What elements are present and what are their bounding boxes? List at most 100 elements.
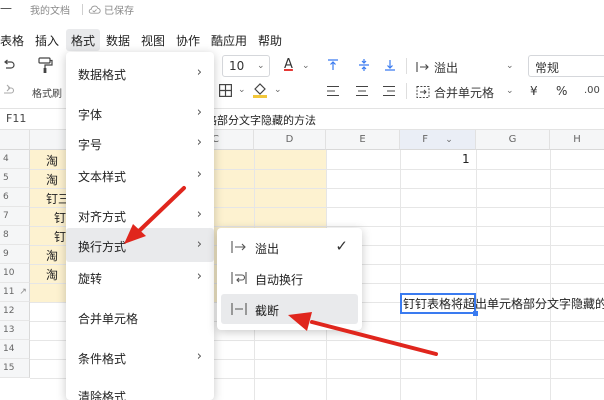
expand-row-icon[interactable]: ↗ — [19, 287, 27, 297]
row-header[interactable]: 8 — [0, 226, 30, 245]
cell-a4[interactable]: 淘 — [46, 152, 58, 169]
column-header-d[interactable]: D — [254, 130, 326, 150]
chevron-right-icon: › — [196, 135, 202, 150]
column-header-f[interactable]: F ⌄ — [400, 130, 476, 150]
menu-item-label: 文本样式 — [78, 170, 127, 184]
document-location[interactable]: 我的文档 — [30, 2, 70, 17]
overflow-icon — [231, 241, 246, 253]
cell-f4[interactable]: 1 — [462, 152, 470, 166]
menu-item-data-format[interactable]: 数据格式 › — [66, 56, 214, 90]
wrap-mode-select[interactable]: 溢出 ⌄ — [414, 56, 522, 78]
select-all-corner[interactable] — [0, 130, 30, 150]
align-left-icon[interactable] — [326, 84, 340, 98]
row-header[interactable]: 14 — [0, 340, 30, 359]
border-button[interactable]: ⌄ — [218, 82, 252, 100]
formula-input[interactable]: 格部分文字隐藏的方法 — [206, 112, 316, 128]
menu-item-font-size[interactable]: 字号 › — [66, 126, 214, 160]
menu-collaborate[interactable]: 协作 — [176, 32, 200, 49]
menu-insert[interactable]: 插入 — [35, 32, 59, 49]
cell-a8[interactable]: 钉 — [54, 228, 66, 245]
chevron-down-icon: ⌄ — [257, 61, 265, 71]
font-size-select[interactable]: 10 ⌄ — [222, 55, 270, 77]
align-center-icon[interactable] — [355, 84, 369, 98]
row-header[interactable]: 6 — [0, 188, 30, 207]
chevron-right-icon: › — [196, 269, 202, 284]
chevron-right-icon: › — [196, 167, 202, 182]
title-divider — [82, 4, 83, 15]
chevron-down-icon: ⌄ — [238, 85, 246, 95]
chevron-down-icon: ⌄ — [445, 135, 453, 145]
cloud-check-icon — [88, 5, 101, 14]
wrap-option-overflow[interactable]: 溢出 ✓ — [221, 232, 358, 262]
decimal-format-button[interactable]: .00 — [584, 85, 600, 96]
save-status: 已保存 — [104, 6, 134, 17]
row-header[interactable]: 9 — [0, 245, 30, 264]
auto-wrap-icon — [231, 272, 247, 284]
cell-reference[interactable]: F11 — [6, 112, 26, 125]
cell-a7[interactable]: 钉 — [54, 209, 66, 226]
cell-a5[interactable]: 淘 — [46, 171, 58, 188]
menu-item-conditional-format[interactable]: 条件格式 › — [66, 340, 214, 374]
fill-color-button[interactable]: ⌄ — [252, 82, 288, 100]
percent-format-button[interactable]: % — [556, 84, 567, 98]
menu-help[interactable]: 帮助 — [258, 32, 282, 49]
menu-view[interactable]: 视图 — [141, 32, 165, 49]
app-menu-icon[interactable]: — — [0, 0, 12, 20]
cell-a10[interactable]: 淘 — [46, 266, 58, 283]
truncate-icon — [231, 303, 247, 315]
menu-data[interactable]: 数据 — [106, 32, 130, 49]
column-header-e[interactable]: E — [326, 130, 400, 150]
align-middle-icon[interactable] — [357, 58, 371, 72]
cell-a9[interactable]: 淘 — [46, 247, 58, 264]
align-bottom-icon[interactable] — [383, 58, 397, 72]
menu-item-font[interactable]: 字体 › — [66, 96, 214, 130]
check-icon: ✓ — [335, 237, 348, 255]
row-header[interactable]: 5 — [0, 169, 30, 188]
align-right-icon[interactable] — [382, 84, 396, 98]
wrap-option-auto-wrap[interactable]: 自动换行 — [221, 263, 358, 293]
row-header[interactable]: 10 — [0, 264, 30, 283]
merge-cells-label: 合并单元格 — [434, 86, 495, 100]
format-painter-icon[interactable] — [36, 56, 54, 74]
menu-item-clear-format[interactable]: 清除格式 — [66, 380, 214, 400]
font-color-button[interactable]: A ⌄ — [282, 57, 312, 77]
currency-format-button[interactable]: ¥ — [530, 84, 538, 98]
wrap-option-truncate[interactable]: 截断 — [221, 294, 358, 324]
merge-cells-button[interactable]: 合并单元格 ⌄ — [414, 81, 522, 103]
row-header[interactable]: 7 — [0, 207, 30, 226]
row-header[interactable]: 12 — [0, 302, 30, 321]
row-header[interactable]: 4 — [0, 150, 30, 169]
menu-item-label: 字号 — [78, 138, 103, 152]
redo-icon[interactable] — [2, 84, 16, 98]
chevron-down-icon: ⌄ — [274, 85, 282, 95]
menu-item-wrap-mode[interactable]: 换行方式 › — [66, 228, 214, 262]
number-format-select[interactable]: 常规 — [528, 55, 604, 77]
align-top-icon[interactable] — [326, 58, 340, 72]
menu-item-label: 数据格式 — [78, 68, 127, 82]
menu-item-alignment[interactable]: 对齐方式 › — [66, 198, 214, 232]
menu-item-rotation[interactable]: 旋转 › — [66, 260, 214, 294]
menu-apps[interactable]: 酷应用 — [211, 32, 247, 49]
wrap-mode-value: 溢出 — [434, 61, 459, 75]
chevron-right-icon: › — [196, 65, 202, 80]
menu-item-label: 字体 — [78, 108, 103, 122]
row-header[interactable]: 13 — [0, 321, 30, 340]
menu-table[interactable]: 表格 — [0, 32, 24, 49]
format-painter-label[interactable]: 格式刷 — [32, 85, 62, 100]
menu-item-label: 条件格式 — [78, 352, 127, 366]
menu-item-label: 清除格式 — [78, 390, 127, 400]
column-header-h[interactable]: H — [550, 130, 604, 150]
menu-item-label: 旋转 — [78, 272, 103, 286]
row-header[interactable]: 15 — [0, 359, 30, 378]
row-header-current[interactable]: 11 ↗ — [0, 283, 30, 302]
chevron-down-icon: ⌄ — [506, 86, 514, 96]
menu-item-text-style[interactable]: 文本样式 › — [66, 158, 214, 192]
border-icon — [219, 84, 232, 97]
menu-item-merge-cells[interactable]: 合并单元格 — [66, 300, 214, 334]
font-size-value: 10 — [229, 59, 245, 73]
undo-icon[interactable] — [2, 58, 16, 72]
menu-item-label: 换行方式 — [78, 240, 127, 254]
chevron-right-icon: › — [196, 105, 202, 120]
column-header-g[interactable]: G — [476, 130, 550, 150]
menu-format[interactable]: 格式 — [71, 32, 95, 49]
